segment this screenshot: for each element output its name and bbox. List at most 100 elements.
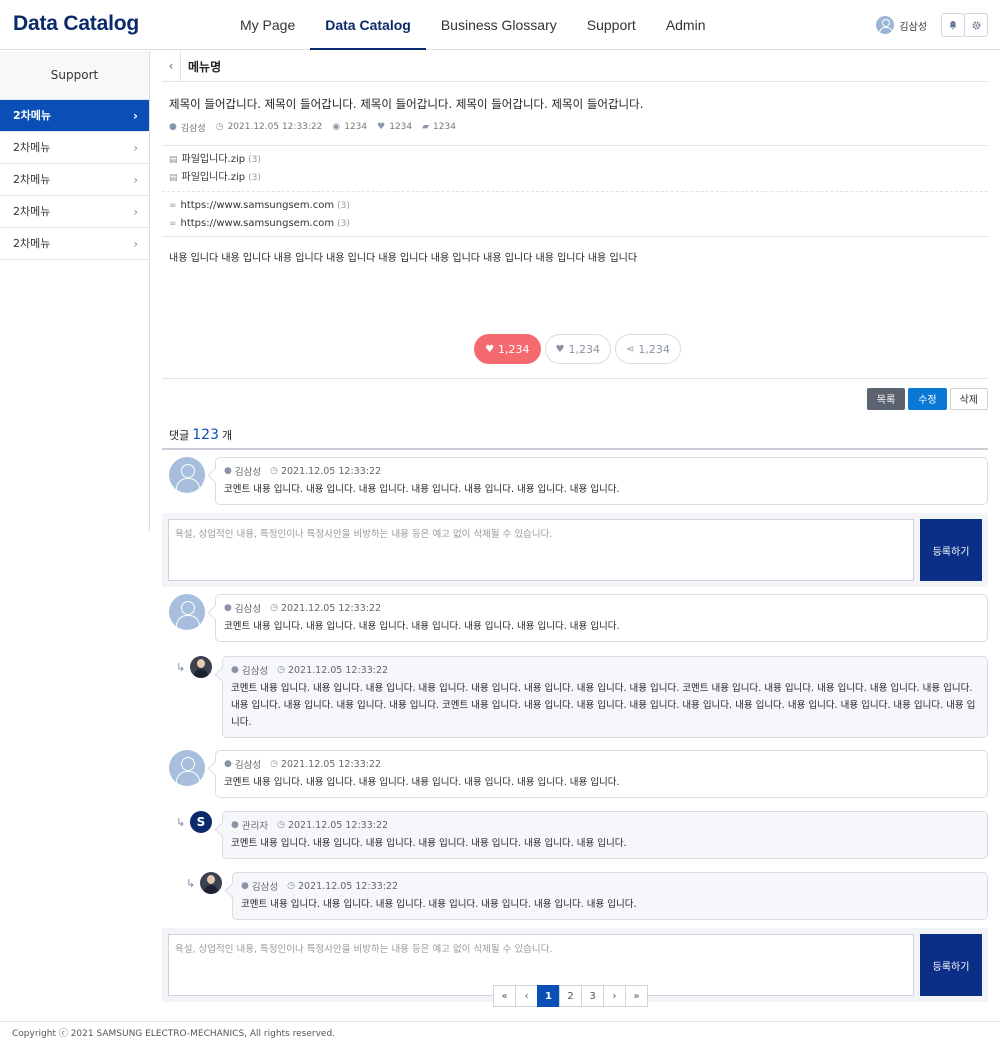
comment-header-label: 댓글 (169, 429, 190, 442)
attachment-name[interactable]: 파일입니다.zip (182, 151, 246, 169)
comment-date-value: 2021.12.05 12:33:22 (280, 602, 382, 614)
page-button-2[interactable]: 2 (559, 985, 582, 1007)
user-icon: ● (169, 122, 177, 132)
edit-button[interactable]: 수정 (908, 387, 947, 410)
comment-date: ◷ 2021.12.05 12:33:22 (270, 759, 381, 770)
comment-write-box: 등록하기 (162, 513, 988, 587)
comment-meta: ● 김삼성 ◷ 2021.12.05 12:33:22 (224, 757, 979, 772)
link-item[interactable]: ∞ https://www.samsungsem.com (3) (169, 215, 981, 233)
delete-button[interactable]: 삭제 (949, 387, 988, 410)
reply-arrow-icon: ↳ (176, 816, 186, 829)
clock-icon: ◷ (215, 122, 224, 132)
menu-name: 메뉴명 (188, 59, 222, 74)
submit-comment-button[interactable]: 등록하기 (920, 934, 982, 996)
heart-button[interactable]: ♥ 1,234 (544, 334, 612, 364)
main-content: ‹ 메뉴명 제목이 들어갑니다. 제목이 들어갑니다. 제목이 들어갑니다. 제… (162, 51, 988, 1002)
copyright-text: Copyright ⓒ 2021 SAMSUNG ELECTRO-MECHANI… (12, 1029, 336, 1039)
comment-count: 123 (192, 427, 219, 443)
action-bar: 목록 수정 삭제 (162, 378, 988, 416)
user-icon: ● (224, 603, 232, 613)
back-button[interactable]: ‹ (162, 51, 181, 81)
comment-item: ● 김삼성 ◷ 2021.12.05 12:33:22 코멘트 내용 입니다. 내용… (162, 750, 988, 798)
sidebar-item-label: 2차메뉴 (13, 109, 52, 122)
sidebar-item-3[interactable]: 2차메뉴 › (0, 164, 149, 196)
settings-button[interactable] (964, 13, 988, 37)
nav-business-glossary[interactable]: Business Glossary (426, 0, 572, 50)
comment-author-name: 김삼성 (234, 467, 262, 478)
link-url[interactable]: https://www.samsungsem.com (181, 197, 335, 215)
heart-icon: ♥ (377, 122, 386, 132)
nav-my-page[interactable]: My Page (225, 0, 310, 50)
pagination: « ‹ 1 2 3 › » (493, 985, 648, 1007)
attachment-name[interactable]: 파일입니다.zip (182, 169, 246, 187)
heart-icon: ♥ (485, 343, 495, 355)
comment-icon: ▰ (422, 122, 430, 132)
sidebar-item-label: 2차메뉴 (13, 173, 51, 186)
eye-icon: ◉ (332, 122, 341, 132)
comment-author: ● 김삼성 (224, 757, 261, 771)
attachment-item[interactable]: ▤ 파일입니다.zip (3) (169, 169, 981, 187)
user-icon: ● (224, 466, 232, 476)
next-page-button[interactable]: › (603, 985, 626, 1007)
comment-bubble: ● 김삼성 ◷ 2021.12.05 12:33:22 코멘트 내용 입니다. 내용… (215, 457, 988, 505)
post-date-value: 2021.12.05 12:33:22 (227, 122, 323, 132)
reply-item: ↳ ● 김삼성 ◷ 2021.12.05 12:33:22 코멘트 내용 입니다. … (162, 656, 988, 738)
nav-admin[interactable]: Admin (651, 0, 721, 50)
file-icon: ▤ (169, 155, 178, 165)
comment-input[interactable] (168, 519, 914, 581)
reply-item: ↳ ● 김삼성 ◷ 2021.12.05 12:33:22 코멘트 내용 입니다. … (162, 872, 988, 920)
comment-item: ● 김삼성 ◷ 2021.12.05 12:33:22 코멘트 내용 입니다. 내용… (162, 594, 988, 642)
comment-text: 코멘트 내용 입니다. 내용 입니다. 내용 입니다. 내용 입니다. 내용 입… (224, 484, 620, 495)
post-date: ◷ 2021.12.05 12:33:22 (216, 122, 323, 132)
user-avatar-icon (169, 457, 205, 493)
last-page-button[interactable]: » (625, 985, 648, 1007)
user-name[interactable]: 김삼성 (899, 18, 927, 33)
first-page-button[interactable]: « (493, 985, 516, 1007)
user-photo-avatar (190, 656, 212, 678)
share-button[interactable]: ⋖ 1,234 (615, 334, 681, 364)
heart-count: 1,234 (568, 342, 601, 356)
reaction-row: ♥ 1,234 ♥ 1,234 ⋖ 1,234 (162, 334, 988, 378)
link-url[interactable]: https://www.samsungsem.com (181, 215, 335, 233)
like-button[interactable]: ♥ 1,234 (474, 334, 541, 364)
link-icon: ∞ (169, 201, 177, 211)
sidebar-item-label: 2차메뉴 (13, 237, 51, 250)
page-button-1[interactable]: 1 (537, 985, 560, 1007)
attachment-list: ▤ 파일입니다.zip (3) ▤ 파일입니다.zip (3) (162, 146, 988, 187)
nav-data-catalog[interactable]: Data Catalog (310, 0, 426, 50)
top-header: Data Catalog My Page Data Catalog Busine… (0, 0, 1000, 50)
user-photo-avatar (200, 872, 222, 894)
comment-author: ● 관리자 (231, 818, 268, 832)
chevron-right-icon: › (133, 109, 138, 123)
app-logo[interactable]: Data Catalog (13, 12, 139, 36)
reply-bubble: ● 김삼성 ◷ 2021.12.05 12:33:22 코멘트 내용 입니다. 내용… (232, 872, 988, 920)
like-count: 1,234 (498, 342, 530, 356)
list-button[interactable]: 목록 (866, 387, 906, 410)
post-meta: ● 김삼성 ◷ 2021.12.05 12:33:22 ◉ 1234 ♥ 1234 ▰ 1… (162, 112, 988, 136)
submit-comment-button[interactable]: 등록하기 (920, 519, 982, 581)
chevron-right-icon: › (133, 173, 138, 187)
sidebar-item-4[interactable]: 2차메뉴 › (0, 196, 149, 228)
user-area: 김삼성 (876, 13, 988, 37)
sidebar-item-1[interactable]: 2차메뉴 › (0, 100, 149, 132)
prev-page-button[interactable]: ‹ (515, 985, 538, 1007)
reply-arrow-icon: ↳ (176, 661, 186, 674)
nav-support[interactable]: Support (572, 0, 651, 50)
comment-text: 코멘트 내용 입니다. 내용 입니다. 내용 입니다. 내용 입니다. 내용 입… (231, 838, 627, 849)
comment-meta: ● 김삼성 ◷ 2021.12.05 12:33:22 (224, 601, 979, 616)
link-count: (3) (337, 201, 350, 211)
comment-date-value: 2021.12.05 12:33:22 (280, 758, 382, 770)
reply-item: ↳ S ● 관리자 ◷ 2021.12.05 12:33:22 코멘트 내용 입니다… (162, 811, 988, 859)
notification-button[interactable] (941, 13, 965, 37)
attachment-item[interactable]: ▤ 파일입니다.zip (3) (169, 151, 981, 169)
sidebar-item-2[interactable]: 2차메뉴 › (0, 132, 149, 164)
link-item[interactable]: ∞ https://www.samsungsem.com (3) (169, 197, 981, 215)
user-avatar-icon[interactable] (876, 16, 895, 34)
comment-meta: ● 김삼성 ◷ 2021.12.05 12:33:22 (224, 464, 979, 479)
sidebar-item-5[interactable]: 2차메뉴 › (0, 228, 149, 260)
sidebar-item-label: 2차메뉴 (13, 141, 51, 154)
comment-header: 댓글 123 개 (162, 416, 988, 450)
page-button-3[interactable]: 3 (581, 985, 604, 1007)
comment-meta: ● 김삼성 ◷ 2021.12.05 12:33:22 (231, 663, 979, 678)
share-icon: ⋖ (626, 343, 635, 355)
